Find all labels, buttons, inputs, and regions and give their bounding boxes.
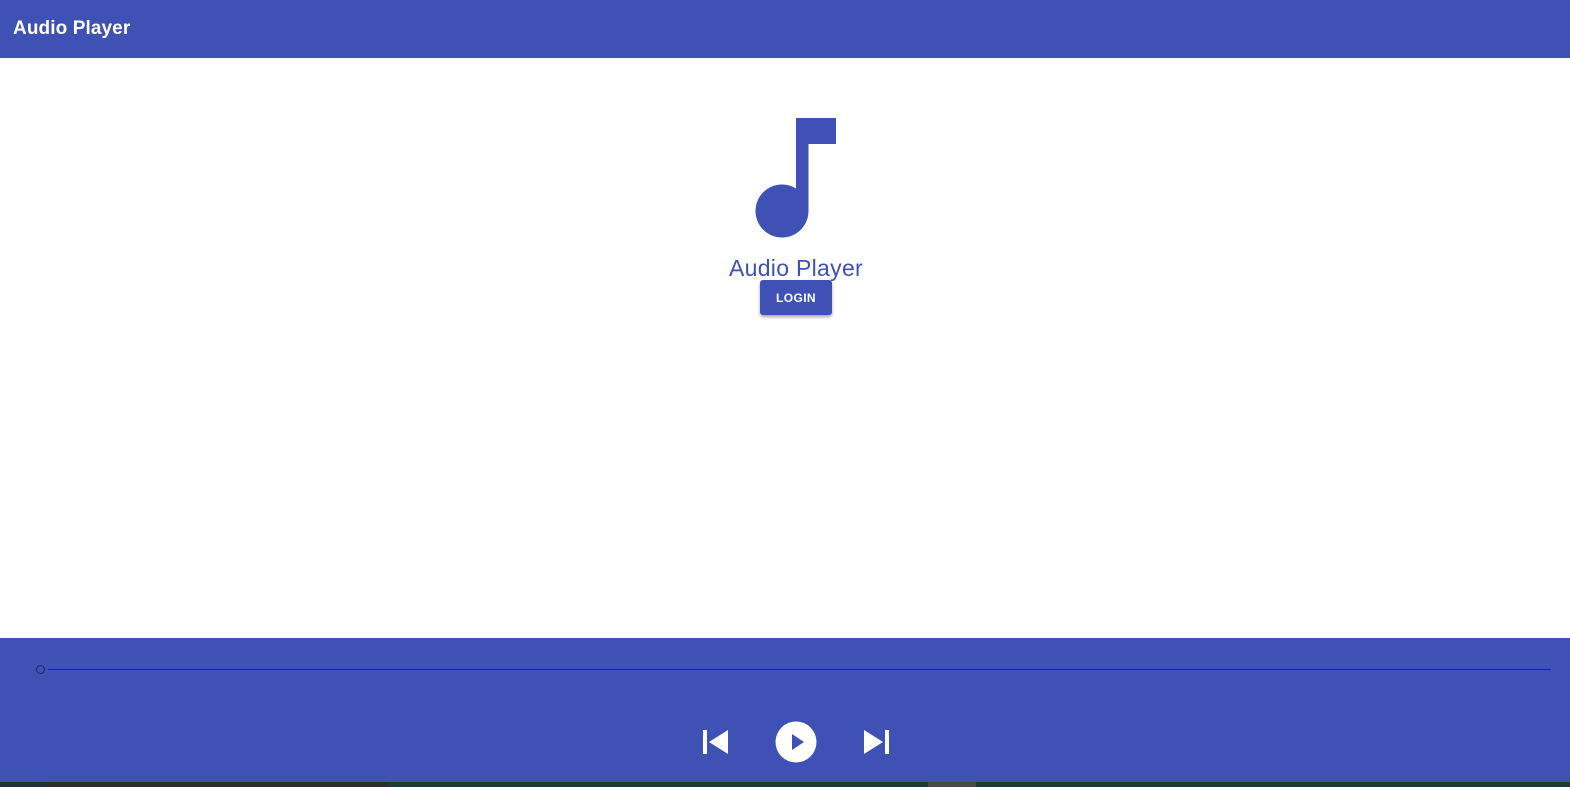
- top-toolbar: Audio Player: [0, 0, 1570, 58]
- bottom-edge-strip: [0, 782, 1570, 787]
- toolbar-title: Audio Player: [13, 18, 131, 39]
- play-button[interactable]: [775, 721, 817, 763]
- progress-track[interactable]: [48, 669, 1551, 670]
- progress-thumb[interactable]: [36, 665, 45, 674]
- app-name-heading: Audio Player: [728, 255, 863, 281]
- strip-segment: [45, 782, 388, 787]
- playback-controls: [0, 721, 1570, 763]
- strip-segment: [928, 782, 976, 787]
- main-content: Audio Player LOGIN: [0, 58, 1570, 638]
- previous-button[interactable]: [700, 727, 732, 757]
- audio-player-app: Audio Player Audio Player LOGIN: [0, 0, 1570, 787]
- strip-segment: [976, 782, 1570, 787]
- music-note-icon: [755, 118, 837, 240]
- login-button[interactable]: LOGIN: [760, 280, 832, 315]
- play-icon: [775, 721, 817, 763]
- progress-slider[interactable]: [36, 664, 1551, 676]
- next-button[interactable]: [860, 727, 892, 757]
- player-bar: [0, 638, 1570, 782]
- skip-previous-icon: [703, 730, 728, 754]
- skip-next-icon: [864, 730, 889, 754]
- strip-segment: [388, 782, 928, 787]
